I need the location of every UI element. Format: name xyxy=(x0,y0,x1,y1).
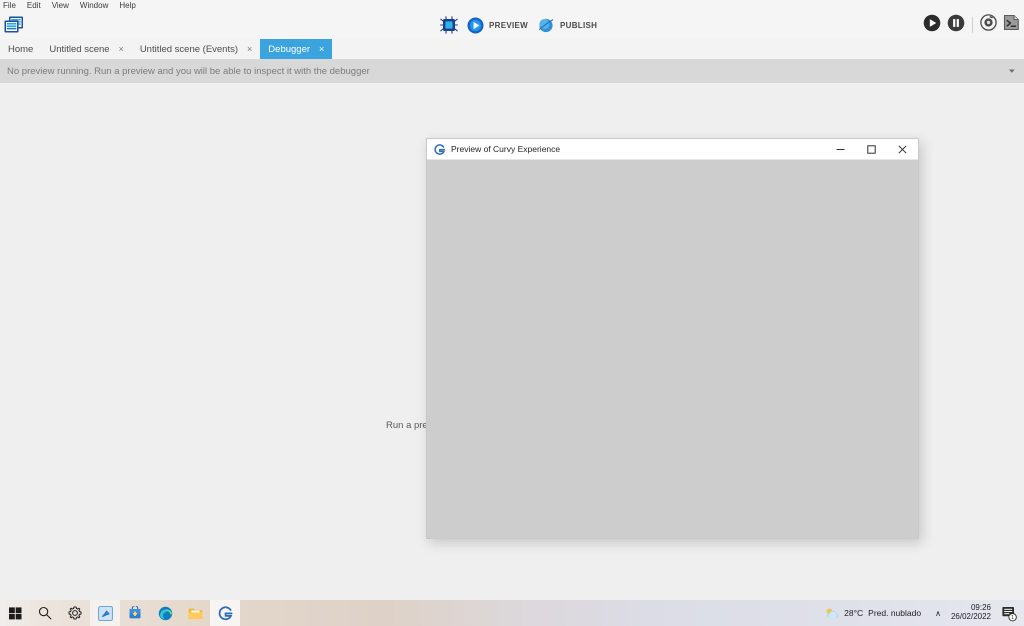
toolbar-divider xyxy=(972,17,973,33)
notification-icon: 1 xyxy=(1001,605,1018,622)
maximize-icon[interactable] xyxy=(856,139,887,160)
tab-close-icon[interactable]: × xyxy=(119,45,124,54)
preview-window[interactable]: Preview of Curvy Experience xyxy=(426,138,919,539)
start-button[interactable] xyxy=(0,600,30,626)
weather-condition: Pred. nublado xyxy=(868,608,921,618)
gdevelop-app-icon xyxy=(434,144,445,155)
preview-window-controls xyxy=(825,139,918,160)
globe-icon xyxy=(537,17,555,34)
tab-close-icon[interactable]: × xyxy=(319,45,324,54)
microsoft-store-button[interactable] xyxy=(120,600,150,626)
menu-item-view[interactable]: View xyxy=(52,0,69,11)
tab-label: Untitled scene (Events) xyxy=(140,44,238,55)
notification-center-button[interactable]: 1 xyxy=(998,600,1020,626)
tab-debugger[interactable]: Debugger × xyxy=(260,39,332,59)
menu-item-file[interactable]: File xyxy=(3,0,16,11)
blue-app-icon xyxy=(98,606,113,621)
menu-item-window[interactable]: Window xyxy=(80,0,108,11)
toolbar-center-actions: PREVIEW PUBLISH xyxy=(440,11,597,39)
tray-expand-chevron-icon[interactable]: ∧ xyxy=(927,609,949,618)
preview-window-titlebar[interactable]: Preview of Curvy Experience xyxy=(427,139,918,160)
minimize-icon[interactable] xyxy=(825,139,856,160)
store-icon xyxy=(128,606,142,620)
windows-taskbar: 28°C Pred. nublado ∧ 09:26 26/02/2022 1 xyxy=(0,600,1024,626)
play-circle-icon xyxy=(467,17,484,34)
gdevelop-icon xyxy=(218,606,233,621)
taskbar-apps xyxy=(0,600,240,626)
publish-button-label: PUBLISH xyxy=(560,21,597,30)
publish-button[interactable]: PUBLISH xyxy=(537,17,597,34)
pause-icon[interactable] xyxy=(947,14,965,37)
main-toolbar: PREVIEW PUBLISH xyxy=(0,11,1024,39)
tab-untitled-scene[interactable]: Untitled scene × xyxy=(41,39,131,59)
tab-close-icon[interactable]: × xyxy=(247,45,252,54)
edge-icon xyxy=(158,606,173,621)
tab-label: Debugger xyxy=(268,44,310,55)
file-explorer-button[interactable] xyxy=(180,600,210,626)
search-button[interactable] xyxy=(30,600,60,626)
close-icon[interactable] xyxy=(887,139,918,160)
taskbar-clock[interactable]: 09:26 26/02/2022 xyxy=(949,604,998,621)
tab-untitled-scene-events[interactable]: Untitled scene (Events) × xyxy=(132,39,260,59)
console-icon[interactable] xyxy=(1003,14,1020,36)
play-icon[interactable] xyxy=(923,14,941,37)
clock-date: 26/02/2022 xyxy=(951,613,991,622)
search-icon xyxy=(38,606,52,620)
menu-item-help[interactable]: Help xyxy=(119,0,135,11)
tab-home[interactable]: Home xyxy=(0,39,41,59)
gdevelop-stacked-windows-icon[interactable] xyxy=(3,14,25,36)
debugger-status-bar: No preview running. Run a preview and yo… xyxy=(0,59,1024,83)
menu-bar: File Edit View Window Help xyxy=(0,0,1024,11)
tab-label: Home xyxy=(8,44,33,55)
notification-count: 1 xyxy=(1011,615,1014,621)
taskbar-app-blue[interactable] xyxy=(90,600,120,626)
gear-icon xyxy=(68,606,82,620)
partly-cloudy-icon xyxy=(825,607,839,620)
editor-tab-bar: Home Untitled scene × Untitled scene (Ev… xyxy=(0,39,1024,59)
menu-item-edit[interactable]: Edit xyxy=(27,0,41,11)
toolbar-right-actions xyxy=(923,11,1020,39)
preview-button[interactable]: PREVIEW xyxy=(467,17,528,34)
weather-temperature: 28°C xyxy=(844,608,863,618)
preview-window-title: Preview of Curvy Experience xyxy=(451,144,825,154)
taskbar-system-tray: 28°C Pred. nublado ∧ 09:26 26/02/2022 1 xyxy=(819,600,1024,626)
settings-button[interactable] xyxy=(60,600,90,626)
bug-chip-icon xyxy=(440,16,458,34)
preview-button-label: PREVIEW xyxy=(489,21,528,30)
weather-widget[interactable]: 28°C Pred. nublado xyxy=(819,600,927,626)
tab-label: Untitled scene xyxy=(49,44,109,55)
camera-icon[interactable] xyxy=(980,14,997,36)
folder-icon xyxy=(188,607,203,620)
gdevelop-application-window: File Edit View Window Help xyxy=(0,0,1024,626)
preview-window-canvas[interactable] xyxy=(427,160,918,538)
windows-logo-icon xyxy=(9,607,22,620)
chevron-down-icon[interactable]: ▾ xyxy=(1009,67,1015,75)
debugger-status-message: No preview running. Run a preview and yo… xyxy=(7,66,1010,77)
edge-button[interactable] xyxy=(150,600,180,626)
gdevelop-button[interactable] xyxy=(210,600,240,626)
debugger-button[interactable] xyxy=(440,16,458,34)
